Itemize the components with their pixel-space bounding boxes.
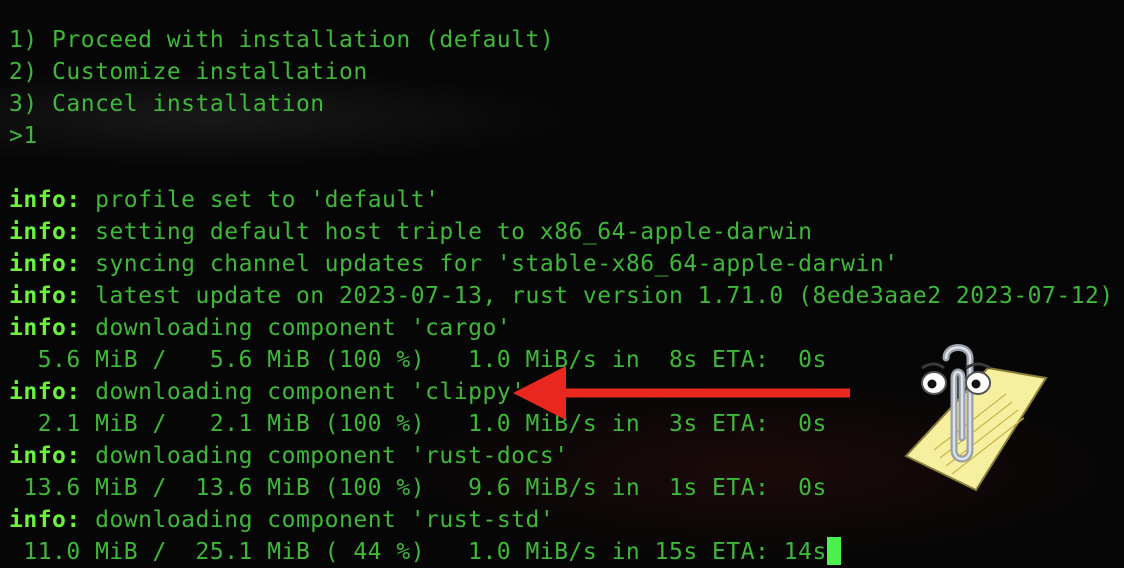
eyebrow-icon — [965, 362, 991, 370]
eyebrow-icon — [921, 362, 945, 370]
arrow-head-icon — [513, 366, 566, 420]
clippy-paperclip-icon — [904, 344, 1048, 492]
